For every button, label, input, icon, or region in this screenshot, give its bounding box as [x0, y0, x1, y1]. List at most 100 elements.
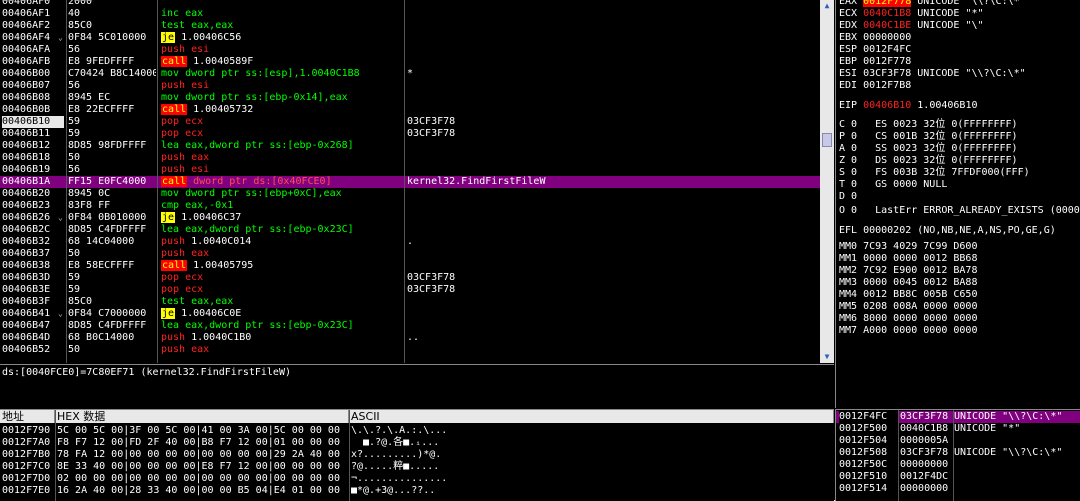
disasm-row[interactable]: 00406B11 59 pop ecx 03CF3F78 [0, 128, 820, 140]
disasm-row[interactable]: 00406AFA 56 push esi [0, 44, 820, 56]
disasm-hex: 8945 0C [68, 188, 111, 199]
disasm-row[interactable]: 00406B37 50 push eax [0, 248, 820, 260]
stack-row[interactable]: 0012F50C 00000000 [836, 459, 1080, 471]
column-divider[interactable] [953, 410, 954, 501]
disasm-instruction: push 1.0040C1B0 [161, 332, 252, 343]
disasm-row[interactable]: 00406B3D 59 pop ecx 03CF3F78 [0, 272, 820, 284]
disasm-row[interactable]: 00406B3E 59 pop ecx 03CF3F78 [0, 284, 820, 296]
disasm-row[interactable]: 00406B26 ⌄ 0F84 0B010000 je 1.00406C37 [0, 212, 820, 224]
dump-row[interactable]: 0012F7D0 02 00 00 00|00 00 00 00|00 00 00… [0, 473, 834, 485]
dump-row[interactable]: 0012F7E0 16 2A 40 00|28 33 40 00|00 00 B5… [0, 485, 834, 497]
disasm-row[interactable]: 00406B0B E8 22ECFFFF call 1.00405732 [0, 104, 820, 116]
register-line[interactable]: ESI 03CF3F78 UNICODE "\\?\C:\*" [839, 68, 1026, 80]
dump-row[interactable]: 0012F7A0 F8 F7 12 00|FD 2F 40 00|B8 F7 12… [0, 437, 834, 449]
register-line[interactable]: P 0 CS 001B 32位 0(FFFFFFFF) [839, 131, 1018, 143]
register-line[interactable]: A 0 SS 0023 32位 0(FFFFFFFF) [839, 143, 1018, 155]
register-line[interactable]: MM0 7C93 4029 7C99 D600 [839, 241, 977, 253]
disasm-row[interactable]: 00406B47 8D85 C4FDFFFF lea eax,dword ptr s… [0, 320, 820, 332]
register-line[interactable]: MM1 0000 0000 0012 BB68 [839, 253, 977, 265]
disasm-row[interactable]: 00406AF0 2000 [0, 0, 820, 8]
stack-row[interactable]: 0012F510 0012F4DC [836, 471, 1080, 483]
register-name: EIP [839, 100, 864, 111]
register-line[interactable]: EDI 0012F7B8 [839, 80, 911, 92]
stack-pane[interactable]: 0012F4FC 03CF3F78 UNICODE "\\?\C:\*" 0012F5… [835, 409, 1080, 501]
scroll-thumb[interactable] [822, 133, 832, 147]
disasm-row[interactable]: 00406AFB E8 9FEDFFFF call 1.0040589F [0, 56, 820, 68]
register-line[interactable]: EBX 00000000 [839, 32, 911, 44]
register-value[interactable]: 00406B10 [863, 100, 911, 111]
column-divider[interactable] [157, 0, 158, 363]
register-line[interactable]: EAX 0012F778 UNICODE "\\?\C:\*" [839, 0, 1026, 8]
disasm-row[interactable]: 00406B08 8945 EC mov dword ptr ss:[ebp-0x1… [0, 92, 820, 104]
register-line[interactable]: EBP 0012F778 [839, 56, 911, 68]
disasm-address: 00406B00 [2, 68, 51, 79]
disasm-row[interactable]: 00406B41 ⌄ 0F84 C7000000 je 1.00406C0E [0, 308, 820, 320]
disassembly-pane[interactable]: 00406AF0 2000 00406AF1 40 inc eax 00406AF2 85C… [0, 0, 820, 363]
register-line[interactable]: MM6 8000 0000 0000 0000 [839, 313, 977, 325]
register-line[interactable]: MM4 0012 BB8C 005B C650 [839, 289, 977, 301]
column-divider[interactable] [349, 410, 350, 501]
dump-header-hex[interactable]: HEX 数据 [55, 410, 349, 423]
disasm-row[interactable]: 00406AF2 85C0 test eax,eax [0, 20, 820, 32]
disasm-row[interactable]: 00406B3F 85C0 test eax,eax [0, 296, 820, 308]
disasm-row[interactable]: 00406AF4 ⌄ 0F84 5C010000 je 1.00406C56 [0, 32, 820, 44]
register-line[interactable]: Z 0 DS 0023 32位 0(FFFFFFFF) [839, 155, 1018, 167]
register-line[interactable]: ECX 0040C1B8 UNICODE "*" [839, 8, 984, 20]
disasm-row[interactable]: 00406B12 8D85 98FDFFFF lea eax,dword ptr s… [0, 140, 820, 152]
disasm-row[interactable]: 00406B10 59 pop ecx 03CF3F78 [0, 116, 820, 128]
stack-row[interactable]: 0012F500 0040C1B8 UNICODE "*" [836, 423, 1080, 435]
disasm-row[interactable]: 00406B52 50 push eax [0, 344, 820, 356]
disasm-row[interactable]: 00406B18 50 push eax [0, 152, 820, 164]
disasm-hex: FF15 E0FC4000 [68, 176, 147, 187]
dump-header-address[interactable]: 地址 [0, 410, 55, 423]
scroll-down-icon[interactable]: ▼ [820, 351, 834, 363]
register-value[interactable]: 0040C1B8 [863, 8, 911, 19]
register-value[interactable]: 0040C1BE [863, 20, 911, 31]
disasm-row[interactable]: 00406B38 E8 58ECFFFF call 1.00405795 [0, 260, 820, 272]
scroll-up-icon[interactable]: ▲ [820, 0, 834, 12]
register-line[interactable]: O 0 LastErr ERROR_ALREADY_EXISTS (00000 [839, 205, 1080, 217]
memory-dump-pane[interactable]: 地址 HEX 数据 ASCII 0012F790 5C 00 5C 00|3F 0… [0, 409, 834, 501]
register-line[interactable]: D 0 [839, 191, 857, 203]
disassembly-scrollbar[interactable]: ▲ ▼ [820, 0, 834, 363]
dump-row[interactable]: 0012F7C0 8E 33 40 00|00 00 00 00|E8 F7 12… [0, 461, 834, 473]
register-line[interactable]: EDX 0040C1BE UNICODE "\" [839, 20, 984, 32]
stack-row[interactable]: 0012F514 00000000 [836, 483, 1080, 495]
column-divider[interactable] [898, 410, 899, 501]
disasm-row[interactable]: 00406B20 8945 0C mov dword ptr ss:[ebp+0xC… [0, 188, 820, 200]
disasm-row[interactable]: 00406B23 83F8 FF cmp eax,-0x1 [0, 200, 820, 212]
disasm-row[interactable]: 00406B07 56 push esi [0, 80, 820, 92]
stack-row[interactable]: 0012F508 03CF3F78 UNICODE "\\?\C:\*" [836, 447, 1080, 459]
register-line[interactable]: EFL 00000202 (NO,NB,NE,A,NS,PO,GE,G) [839, 225, 1056, 237]
disasm-row[interactable]: 00406B4D 68 B0C14000 push 1.0040C1B0.. [0, 332, 820, 344]
register-line[interactable]: MM3 0000 0045 0012 BA88 [839, 277, 977, 289]
disasm-row[interactable]: 00406B32 68 14C04000 push 1.0040C014. [0, 236, 820, 248]
disasm-address: 00406B11 [2, 128, 51, 139]
register-line[interactable]: C 0 ES 0023 32位 0(FFFFFFFF) [839, 119, 1018, 131]
dump-header-ascii[interactable]: ASCII [349, 410, 834, 423]
disasm-row[interactable]: 00406AF1 40 inc eax [0, 8, 820, 20]
dump-row[interactable]: 0012F7B0 78 FA 12 00|00 00 00 00|00 00 00… [0, 449, 834, 461]
column-divider[interactable] [404, 0, 405, 363]
register-line[interactable]: EIP 00406B10 1.00406B10 [839, 100, 978, 112]
register-line[interactable]: MM5 0208 008A 0000 0000 [839, 301, 977, 313]
register-line[interactable]: T 0 GS 0000 NULL [839, 179, 947, 191]
registers-pane[interactable]: EAX 0012F778 UNICODE "\\?\C:\*" ECX 0040C… [835, 0, 1080, 408]
dump-ascii: ■.?@.各■.ᵢ... [351, 437, 440, 448]
register-line[interactable]: MM2 7C92 E900 0012 BA78 [839, 265, 977, 277]
stack-row[interactable]: 0012F4FC 03CF3F78 UNICODE "\\?\C:\*" [836, 411, 1080, 423]
disasm-hex: 8D85 98FDFFFF [68, 140, 147, 151]
dump-row[interactable]: 0012F790 5C 00 5C 00|3F 00 5C 00|41 00 3A… [0, 425, 834, 437]
disasm-row[interactable]: 00406B19 56 push esi [0, 164, 820, 176]
register-line[interactable]: MM7 A000 0000 0000 0000 [839, 325, 977, 337]
register-line[interactable]: S 0 FS 003B 32位 7FFDF000(FFF) [839, 167, 1030, 179]
disasm-row[interactable]: 00406B00 C70424 B8C14000 mov dword ptr ss:… [0, 68, 820, 80]
register-value[interactable]: 0012F778 [863, 0, 912, 7]
disasm-row[interactable]: 00406B1A FF15 E0FC4000 call dword ptr ds:[… [0, 176, 820, 188]
column-divider[interactable] [66, 0, 67, 363]
register-line[interactable]: ESP 0012F4FC [839, 44, 911, 56]
stack-value: 0040C1B8 [900, 423, 949, 434]
disasm-row[interactable]: 00406B2C 8D85 C4FDFFFF lea eax,dword ptr s… [0, 224, 820, 236]
stack-row[interactable]: 0012F504 0000005A [836, 435, 1080, 447]
column-divider[interactable] [55, 410, 56, 501]
